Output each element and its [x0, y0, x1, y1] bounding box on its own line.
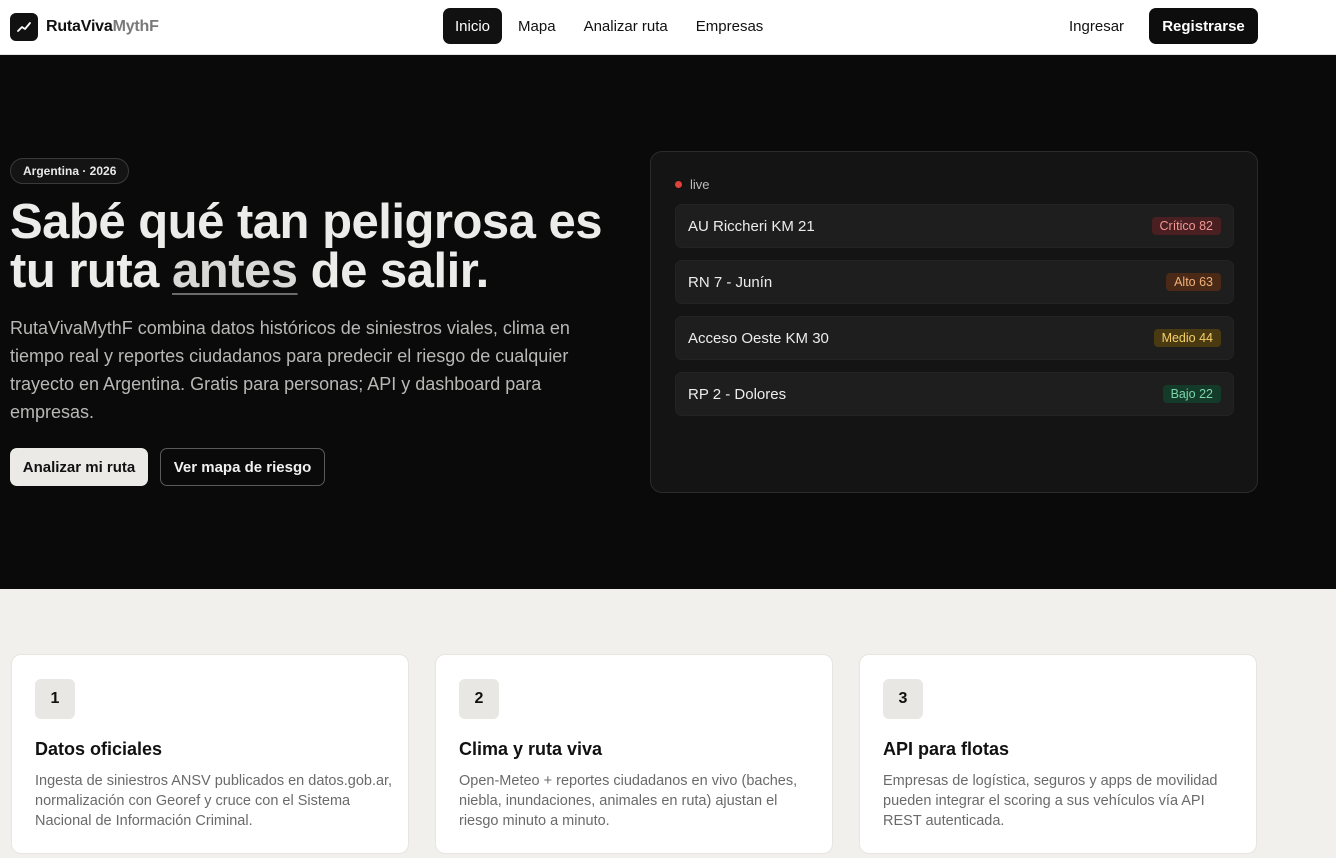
nav-item-inicio[interactable]: Inicio — [443, 8, 503, 44]
main-nav: Inicio Mapa Analizar ruta Empresas — [443, 8, 775, 44]
feature-card-datos-oficiales: 1 Datos oficiales Ingesta de siniestros … — [11, 654, 409, 854]
route-row[interactable]: AU Riccheri KM 21 Crítico 82 — [675, 204, 1234, 248]
brand-logo[interactable]: RutaVivaMythF — [10, 12, 159, 42]
trend-line-icon — [10, 13, 38, 41]
headline-highlight: antes — [172, 244, 298, 298]
feature-title: API para flotas — [883, 739, 1010, 759]
headline-part-2: de salir. — [297, 244, 490, 298]
feature-description: Empresas de logística, seguros y apps de… — [883, 773, 1218, 829]
nav-item-mapa[interactable]: Mapa — [506, 8, 568, 44]
feature-title: Datos oficiales — [35, 739, 163, 759]
hero-section: Argentina · 2026 Sabé qué tan peligrosa … — [0, 55, 1336, 589]
route-name: RN 7 - Junín — [688, 273, 773, 291]
feature-card-api-flotas: 3 API para flotas Empresas de logística,… — [859, 654, 1257, 854]
brand-name-light: MythF — [112, 18, 159, 35]
route-risk-list: AU Riccheri KM 21 Crítico 82 RN 7 - Juní… — [675, 204, 1234, 428]
risk-tag: Crítico 82 — [1151, 217, 1221, 235]
step-number: 1 — [35, 679, 75, 719]
hero-headline: Sabé qué tan peligrosa es tu ruta antes … — [10, 198, 650, 296]
login-button[interactable]: Ingresar — [1057, 8, 1136, 44]
route-row[interactable]: RP 2 - Dolores Bajo 22 — [675, 372, 1234, 416]
live-dot-icon — [675, 181, 682, 188]
feature-title: Clima y ruta viva — [459, 739, 603, 759]
feature-description: Open-Meteo + reportes ciudadanos en vivo… — [459, 773, 798, 829]
step-number: 2 — [459, 679, 499, 719]
risk-tag: Medio 44 — [1153, 329, 1221, 347]
feature-card-clima-ruta-viva: 2 Clima y ruta viva Open-Meteo + reporte… — [435, 654, 833, 854]
live-risk-panel: live AU Riccheri KM 21 Crítico 82 RN 7 -… — [650, 151, 1258, 493]
route-name: AU Riccheri KM 21 — [688, 217, 815, 235]
features-section: 1 Datos oficiales Ingesta de siniestros … — [0, 589, 1336, 858]
feature-description: Ingesta de siniestros ANSV publicados en… — [35, 773, 393, 829]
live-indicator: live — [675, 177, 710, 192]
view-risk-map-button[interactable]: Ver mapa de riesgo — [160, 448, 325, 486]
hero-description: RutaVivaMythF combina datos históricos d… — [10, 318, 570, 422]
step-number: 3 — [883, 679, 923, 719]
brand-name-bold: RutaViva — [46, 18, 113, 35]
route-row[interactable]: RN 7 - Junín Alto 63 — [675, 260, 1234, 304]
brand-name: RutaVivaMythF — [46, 18, 159, 36]
risk-tag: Alto 63 — [1166, 273, 1221, 291]
nav-item-empresas[interactable]: Empresas — [684, 8, 776, 44]
route-row[interactable]: Acceso Oeste KM 30 Medio 44 — [675, 316, 1234, 360]
top-navbar: RutaVivaMythF Inicio Mapa Analizar ruta … — [0, 0, 1336, 55]
route-name: RP 2 - Dolores — [688, 385, 787, 403]
nav-item-analizar-ruta[interactable]: Analizar ruta — [572, 8, 680, 44]
risk-tag: Bajo 22 — [1162, 385, 1221, 403]
route-name: Acceso Oeste KM 30 — [688, 329, 829, 347]
analyze-route-button[interactable]: Analizar mi ruta — [10, 448, 148, 486]
live-label: live — [690, 177, 710, 192]
location-badge: Argentina · 2026 — [10, 158, 130, 184]
signup-button[interactable]: Registrarse — [1149, 8, 1258, 44]
